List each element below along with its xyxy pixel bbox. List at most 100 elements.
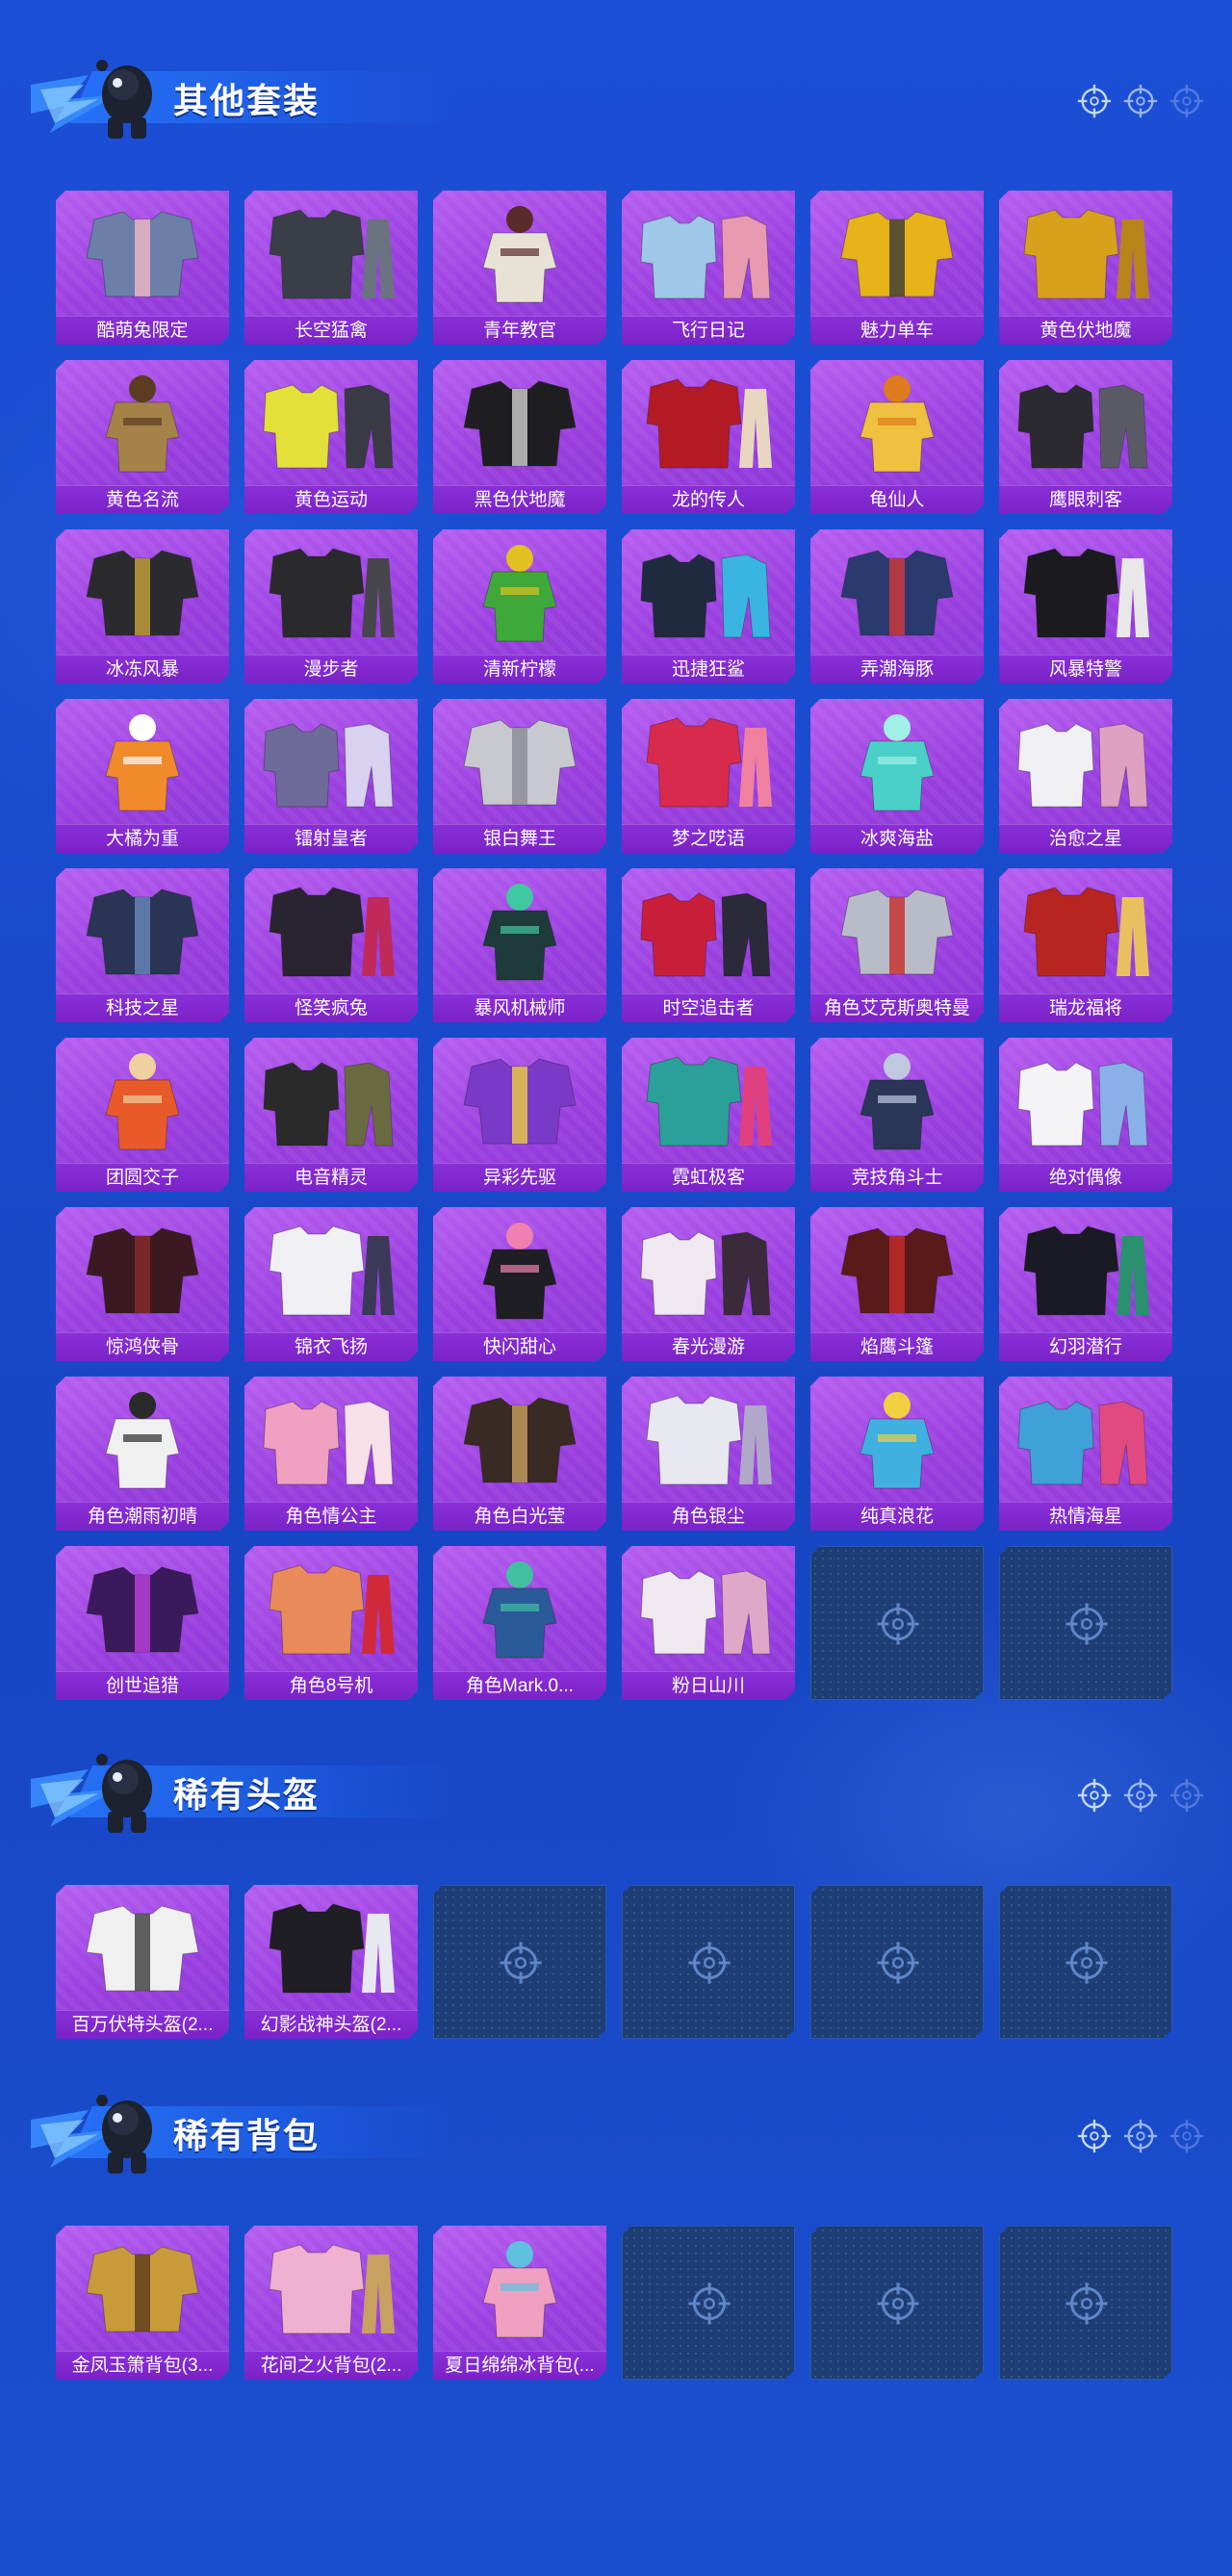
item-card[interactable]: 热情海星 xyxy=(999,1377,1172,1531)
item-card[interactable]: 快闪甜心 xyxy=(433,1207,606,1361)
item-card[interactable]: 霓虹极客 xyxy=(622,1038,795,1192)
item-card[interactable]: 黄色伏地魔 xyxy=(999,191,1172,345)
item-label: 时空追击者 xyxy=(622,993,795,1022)
item-label: 粉日山川 xyxy=(622,1671,795,1700)
item-card[interactable]: 时空追击者 xyxy=(622,868,795,1022)
mascot-icon xyxy=(31,2081,175,2177)
item-card[interactable]: 迅捷狂鲨 xyxy=(622,529,795,683)
item-label: 锦衣飞扬 xyxy=(244,1332,418,1361)
item-card[interactable]: 异彩先驱 xyxy=(433,1038,606,1192)
item-label: 飞行日记 xyxy=(622,316,795,345)
crosshair-icon xyxy=(1064,1601,1110,1647)
item-card[interactable]: 冰冻风暴 xyxy=(56,529,229,683)
item-card[interactable]: 纯真浪花 xyxy=(810,1377,984,1531)
item-label: 大橘为重 xyxy=(56,824,229,853)
crosshair-icon xyxy=(875,2280,921,2327)
item-label: 黄色伏地魔 xyxy=(999,316,1172,345)
item-card[interactable]: 黄色运动 xyxy=(244,360,418,514)
item-card[interactable]: 角色艾克斯奥特曼 xyxy=(810,868,984,1022)
item-card[interactable]: 飞行日记 xyxy=(622,191,795,345)
item-label: 风暴特警 xyxy=(999,655,1172,683)
item-card[interactable]: 黄色名流 xyxy=(56,360,229,514)
item-label: 冰爽海盐 xyxy=(810,824,984,853)
item-card[interactable]: 怪笑疯兔 xyxy=(244,868,418,1022)
item-card[interactable]: 龟仙人 xyxy=(810,360,984,514)
item-label: 黑色伏地魔 xyxy=(433,485,606,514)
item-card[interactable]: 魅力单车 xyxy=(810,191,984,345)
item-card[interactable]: 角色情公主 xyxy=(244,1377,418,1531)
crosshair-icon xyxy=(1076,1777,1113,1818)
item-label: 幻影战神头盔(2... xyxy=(244,2010,418,2039)
item-card[interactable]: 弄潮海豚 xyxy=(810,529,984,683)
item-label: 迅捷狂鲨 xyxy=(622,655,795,683)
item-card[interactable]: 角色8号机 xyxy=(244,1546,418,1700)
item-card[interactable]: 夏日绵绵冰背包(... xyxy=(433,2226,606,2380)
item-card[interactable]: 龙的传人 xyxy=(622,360,795,514)
item-card[interactable]: 冰爽海盐 xyxy=(810,699,984,853)
item-card[interactable]: 花间之火背包(2... xyxy=(244,2226,418,2380)
item-card[interactable]: 百万伏特头盔(2... xyxy=(56,1885,229,2039)
section-title: 其他套装 xyxy=(173,81,321,120)
item-card[interactable]: 漫步者 xyxy=(244,529,418,683)
item-card[interactable]: 幻影战神头盔(2... xyxy=(244,1885,418,2039)
item-label: 角色情公主 xyxy=(244,1502,418,1531)
section-header: 稀有头盔 xyxy=(31,1740,1205,1837)
item-label: 酷萌兔限定 xyxy=(56,316,229,345)
item-label: 鹰眼刺客 xyxy=(999,485,1172,514)
crosshair-icon xyxy=(1076,83,1113,124)
crosshair-icon xyxy=(1122,2118,1159,2159)
item-card[interactable]: 绝对偶像 xyxy=(999,1038,1172,1192)
item-label: 清新柠檬 xyxy=(433,655,606,683)
item-card[interactable]: 竞技角斗士 xyxy=(810,1038,984,1192)
item-label: 幻羽潜行 xyxy=(999,1332,1172,1361)
item-card[interactable]: 治愈之星 xyxy=(999,699,1172,853)
item-card[interactable]: 电音精灵 xyxy=(244,1038,418,1192)
item-card[interactable]: 鹰眼刺客 xyxy=(999,360,1172,514)
item-label: 纯真浪花 xyxy=(810,1502,984,1531)
item-label: 漫步者 xyxy=(244,655,418,683)
item-card[interactable]: 酷萌兔限定 xyxy=(56,191,229,345)
item-card[interactable]: 青年教官 xyxy=(433,191,606,345)
item-card[interactable]: 角色Mark.0... xyxy=(433,1546,606,1700)
item-label: 热情海星 xyxy=(999,1502,1172,1531)
item-label: 怪笑疯兔 xyxy=(244,993,418,1022)
item-card[interactable]: 角色潮雨初晴 xyxy=(56,1377,229,1531)
item-label: 电音精灵 xyxy=(244,1163,418,1192)
item-card[interactable]: 角色白光莹 xyxy=(433,1377,606,1531)
item-card[interactable]: 清新柠檬 xyxy=(433,529,606,683)
crosshair-icon xyxy=(1168,2118,1205,2159)
item-card[interactable]: 焰鹰斗篷 xyxy=(810,1207,984,1361)
item-card[interactable]: 创世追猎 xyxy=(56,1546,229,1700)
item-card[interactable]: 惊鸿侠骨 xyxy=(56,1207,229,1361)
item-card[interactable]: 角色银尘 xyxy=(622,1377,795,1531)
section-title: 稀有背包 xyxy=(173,2116,321,2155)
item-label: 冰冻风暴 xyxy=(56,655,229,683)
item-card[interactable]: 暴风机械师 xyxy=(433,868,606,1022)
item-label: 黄色运动 xyxy=(244,485,418,514)
section-title: 稀有头盔 xyxy=(173,1775,321,1815)
crosshair-decor xyxy=(1076,1777,1205,1818)
empty-slot xyxy=(999,1885,1172,2039)
item-card[interactable]: 幻羽潜行 xyxy=(999,1207,1172,1361)
item-card[interactable]: 粉日山川 xyxy=(622,1546,795,1700)
item-card[interactable]: 锦衣飞扬 xyxy=(244,1207,418,1361)
item-card[interactable]: 团圆交子 xyxy=(56,1038,229,1192)
item-card[interactable]: 大橘为重 xyxy=(56,699,229,853)
item-card[interactable]: 科技之星 xyxy=(56,868,229,1022)
item-label: 梦之呓语 xyxy=(622,824,795,853)
item-card[interactable]: 金凤玉箫背包(3... xyxy=(56,2226,229,2380)
item-card[interactable]: 春光漫游 xyxy=(622,1207,795,1361)
empty-slot xyxy=(810,2226,984,2380)
item-card[interactable]: 风暴特警 xyxy=(999,529,1172,683)
empty-slot xyxy=(433,1885,606,2039)
item-card[interactable]: 镭射皇者 xyxy=(244,699,418,853)
item-label: 惊鸿侠骨 xyxy=(56,1332,229,1361)
item-card[interactable]: 长空猛禽 xyxy=(244,191,418,345)
item-card[interactable]: 黑色伏地魔 xyxy=(433,360,606,514)
item-label: 春光漫游 xyxy=(622,1332,795,1361)
item-card[interactable]: 银白舞王 xyxy=(433,699,606,853)
item-card[interactable]: 梦之呓语 xyxy=(622,699,795,853)
item-label: 黄色名流 xyxy=(56,485,229,514)
section-header: 稀有背包 xyxy=(31,2081,1205,2177)
item-card[interactable]: 瑞龙福将 xyxy=(999,868,1172,1022)
